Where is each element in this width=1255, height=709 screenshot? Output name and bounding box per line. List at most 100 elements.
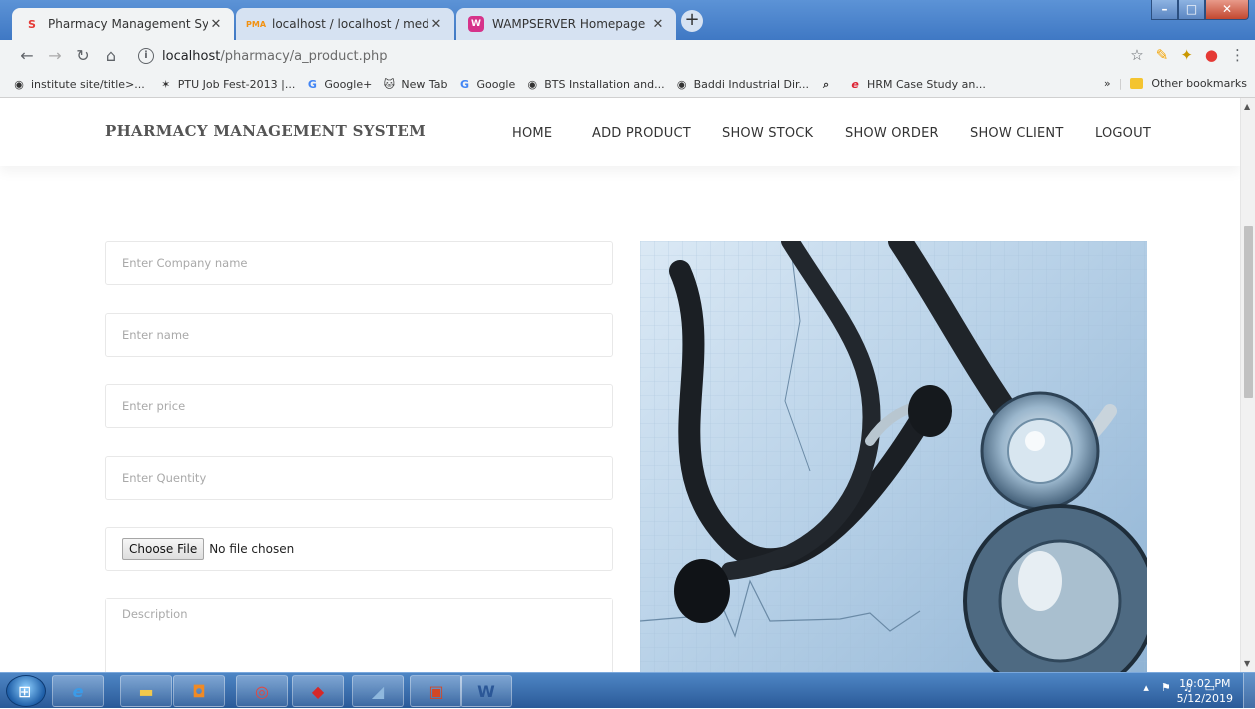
choose-file-button[interactable]: Choose File — [122, 538, 205, 560]
nav-show-order[interactable]: SHOW ORDER — [845, 126, 939, 141]
close-window-icon[interactable]: ✕ — [1205, 0, 1249, 20]
description-field — [105, 598, 613, 672]
bookmark-item[interactable]: 🐱 New Tab — [382, 78, 448, 92]
new-tab-button[interactable]: + — [681, 10, 703, 32]
nav-logout[interactable]: LOGOUT — [1095, 126, 1151, 141]
bookmark-star-icon[interactable]: ☆ — [1130, 46, 1143, 64]
profile-avatar-icon[interactable]: ● — [1205, 46, 1218, 64]
close-tab-icon[interactable]: ✕ — [428, 17, 444, 32]
globe-icon: ◉ — [676, 78, 687, 91]
google-icon: G — [459, 78, 469, 91]
taskbar-powerpoint-icon[interactable]: ▣ — [410, 675, 462, 707]
tab-title: WAMPSERVER Homepage — [492, 17, 646, 31]
bookmark-label: PTU Job Fest-2013 |... — [177, 78, 296, 91]
bookmark-label: New Tab — [401, 78, 448, 91]
nav-add-product[interactable]: ADD PRODUCT — [592, 126, 691, 141]
nav-show-stock[interactable]: SHOW STOCK — [722, 126, 813, 141]
tab-title: localhost / localhost / medical / t — [272, 17, 428, 31]
google-icon: G — [307, 78, 317, 91]
window-controls: – □ ✕ — [1151, 0, 1249, 20]
tab-pharmacy-management[interactable]: S Pharmacy Management System ✕ — [12, 8, 234, 40]
tab-phpmyadmin[interactable]: PMA localhost / localhost / medical / t … — [236, 8, 454, 40]
bookmark-item[interactable]: e HRM Case Study an... — [848, 78, 986, 92]
stethoscope-illustration — [640, 241, 1147, 672]
start-button[interactable]: ⊞ — [6, 675, 46, 707]
scroll-up-icon[interactable]: ▲ — [1244, 102, 1250, 111]
taskbar-word-icon[interactable]: W — [460, 675, 512, 707]
close-tab-icon[interactable]: ✕ — [208, 17, 224, 32]
stethoscope-image — [640, 241, 1147, 672]
price-input[interactable] — [106, 385, 612, 427]
info-icon[interactable]: i — [138, 48, 154, 64]
star-icon: ✶ — [161, 78, 171, 91]
bookmark-label: Baddi Industrial Dir... — [693, 78, 810, 91]
bookmark-item[interactable]: ◉ Baddi Industrial Dir... — [675, 78, 809, 92]
phpmyadmin-favicon-icon: PMA — [246, 19, 267, 29]
bookmark-item[interactable]: G Google — [457, 78, 515, 92]
tray-expand-icon[interactable]: ▴ — [1143, 681, 1149, 694]
extension-pen-icon[interactable]: ✎ — [1156, 46, 1169, 64]
quantity-field — [105, 456, 613, 500]
company-name-input[interactable] — [106, 242, 612, 284]
show-desktop-button[interactable] — [1243, 673, 1255, 709]
clock-date: 5/12/2019 — [1176, 692, 1233, 705]
nav-show-client[interactable]: SHOW CLIENT — [970, 126, 1063, 141]
search-icon: ⌕ — [822, 77, 830, 91]
taskbar-explorer-icon[interactable]: ▬ — [120, 675, 172, 707]
bookmark-item[interactable]: G Google+ — [305, 78, 373, 92]
windows-logo-icon: ⊞ — [18, 682, 32, 701]
bookmark-item[interactable]: ✶ PTU Job Fest-2013 |... — [159, 78, 296, 92]
price-field — [105, 384, 613, 428]
home-icon[interactable]: ⌂ — [100, 45, 122, 67]
bookmarks-overflow-button[interactable]: » — [1104, 77, 1111, 90]
menu-kebab-icon[interactable]: ⋮ — [1230, 46, 1245, 64]
file-upload-field: Choose File No file chosen — [105, 527, 613, 571]
reload-icon[interactable]: ↻ — [72, 45, 94, 67]
company-name-field — [105, 241, 613, 285]
no-file-chosen-text: No file chosen — [209, 542, 295, 556]
minimize-icon[interactable]: – — [1151, 0, 1178, 20]
quantity-input[interactable] — [106, 457, 612, 499]
other-bookmarks-button[interactable]: Other bookmarks — [1151, 77, 1247, 90]
bookmark-label: HRM Case Study an... — [867, 78, 986, 91]
taskbar-ie-icon[interactable]: e — [52, 675, 104, 707]
tab-title: Pharmacy Management System — [48, 17, 208, 31]
maximize-icon[interactable]: □ — [1178, 0, 1205, 20]
taskbar-red-app-icon[interactable]: ◆ — [292, 675, 344, 707]
bookmark-item[interactable]: ◉ institute site/title>... — [12, 78, 145, 92]
forward-arrow-icon[interactable]: → — [44, 45, 66, 67]
tab-wampserver[interactable]: W WAMPSERVER Homepage ✕ — [456, 8, 676, 40]
close-tab-icon[interactable]: ✕ — [650, 17, 666, 32]
back-arrow-icon[interactable]: ← — [16, 45, 38, 67]
address-bar[interactable]: i localhost/pharmacy/a_product.php — [138, 44, 1088, 68]
product-name-field — [105, 313, 613, 357]
product-name-input[interactable] — [106, 314, 612, 356]
browser-tab-strip: S Pharmacy Management System ✕ PMA local… — [0, 0, 1255, 40]
extension-icon[interactable]: ✦ — [1180, 46, 1193, 64]
site-navbar: PHARMACY MANAGEMENT SYSTEM HOME ADD PROD… — [0, 98, 1240, 166]
nav-home[interactable]: HOME — [512, 126, 552, 141]
s-favicon-icon: S — [28, 17, 36, 31]
taskbar-media-icon[interactable]: ◘ — [173, 675, 225, 707]
bookmark-label: Google — [476, 78, 516, 91]
taskbar-clock[interactable]: 10:02 PM 5/12/2019 — [1177, 676, 1233, 706]
url-path: /pharmacy/a_product.php — [220, 48, 388, 64]
bookmark-item[interactable]: ◉ BTS Installation and... — [525, 78, 664, 92]
globe-icon: ◉ — [527, 78, 538, 91]
scrollbar-thumb[interactable] — [1244, 226, 1253, 398]
folder-icon — [1130, 78, 1144, 89]
windows-taskbar: ⊞ e ▬ ◘ ◎ ◆ ◢ ▣ W ▴ ⚑ ♫ ▭ 10:02 PM 5/12/… — [0, 672, 1255, 709]
site-brand[interactable]: PHARMACY MANAGEMENT SYSTEM — [105, 122, 426, 140]
taskbar-chrome-icon[interactable]: ◎ — [236, 675, 288, 707]
url-host: localhost — [162, 48, 221, 64]
taskbar-blue-app-icon[interactable]: ◢ — [352, 675, 404, 707]
ie-e-icon: e — [851, 78, 859, 91]
flag-icon[interactable]: ⚑ — [1161, 681, 1171, 694]
clock-time: 10:02 PM — [1179, 677, 1231, 690]
scroll-down-icon[interactable]: ▼ — [1244, 659, 1250, 668]
bookmark-label: Google+ — [324, 78, 373, 91]
browser-toolbar: ← → ↻ ⌂ i localhost/pharmacy/a_product.p… — [0, 40, 1255, 72]
page-scrollbar[interactable]: ▲ ▼ — [1240, 98, 1255, 672]
bookmark-item[interactable]: ⌕ — [819, 78, 838, 92]
description-textarea[interactable] — [106, 599, 612, 672]
